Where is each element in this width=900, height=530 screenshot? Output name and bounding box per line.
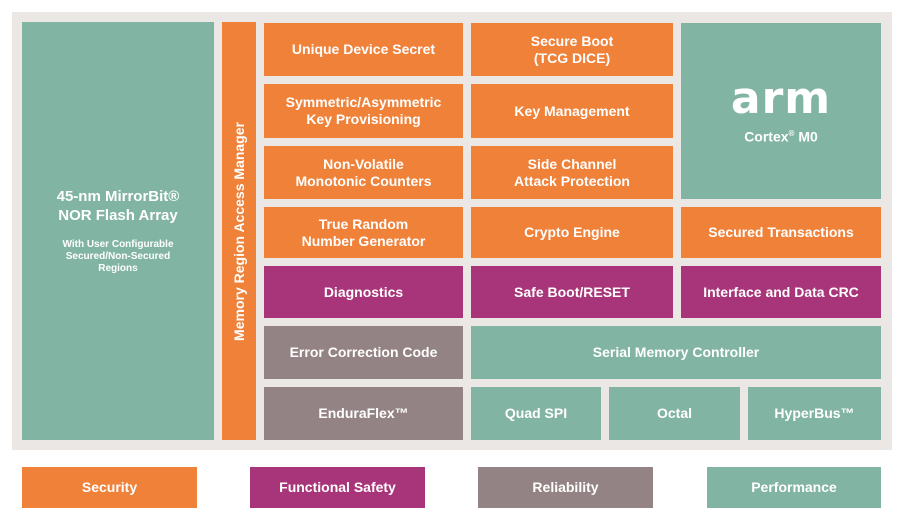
block-label: Secured Transactions — [708, 224, 854, 240]
flash-subtitle: With User Configurable Secured/Non-Secure… — [62, 239, 174, 274]
ecc-block: Error Correction Code — [264, 326, 463, 379]
block-label: True Random — [318, 215, 409, 232]
block-label: Octal — [656, 405, 692, 421]
block-label: Non-Volatile — [323, 155, 404, 172]
legend-reliability: Reliability — [478, 467, 653, 508]
block-label: Symmetric/Asymmetric — [285, 94, 442, 110]
block-label: Error Correction Code — [289, 344, 438, 360]
legend-security: Security — [22, 467, 197, 508]
octal-block: Octal — [609, 387, 740, 440]
flash-array-block: 45-nm MirrorBit® NOR Flash Array With Us… — [22, 22, 214, 440]
legend-functional-safety: Functional Safety — [250, 467, 425, 508]
block-label: Side Channel — [527, 155, 617, 172]
qspi-block: Quad SPI — [471, 387, 601, 440]
sym-block: Symmetric/Asymmetric Key Provisioning — [264, 84, 463, 138]
sca-block: Side Channel Attack Protection — [471, 146, 673, 199]
arm-cortex-m0-block: arm Cortex® M0 — [681, 23, 881, 199]
hyperbus-block: HyperBus™ — [748, 387, 881, 440]
trng-block: True Random Number Generator — [264, 207, 463, 258]
diag-block: Diagnostics — [264, 266, 463, 318]
block-label: HyperBus™ — [774, 405, 855, 421]
block-label: Interface and Data CRC — [703, 283, 859, 300]
legend-performance: Performance — [707, 467, 881, 508]
block-label: Attack Protection — [514, 172, 630, 189]
safeboot-block: Safe Boot/RESET — [471, 266, 673, 318]
block-label: Crypto Engine — [524, 224, 620, 240]
block-label: Secure Boot — [530, 32, 614, 49]
flash-title-2: NOR Flash Array — [58, 207, 178, 224]
block-label: (TCG DICE) — [533, 49, 611, 66]
mram-label: Memory Region Access Manager — [230, 121, 247, 341]
block-label: Serial Memory Controller — [592, 344, 760, 360]
block-label: Quad SPI — [504, 405, 568, 421]
keymgmt-block: Key Management — [471, 84, 673, 138]
block-label: Diagnostics — [323, 283, 404, 300]
block-label: Monotonic Counters — [295, 172, 432, 189]
flash-title-1: 45-nm MirrorBit® — [56, 188, 180, 205]
uds-block: Unique Device Secret — [264, 23, 463, 76]
nvmc-block: Non-Volatile Monotonic Counters — [264, 146, 463, 199]
arm-logo: arm — [730, 72, 832, 124]
cpu-name: Cortex® M0 — [744, 128, 818, 145]
block-label: Unique Device Secret — [291, 41, 436, 57]
block-label: Safe Boot/RESET — [514, 283, 630, 300]
crc-block: Interface and Data CRC — [681, 266, 881, 318]
endura-block: EnduraFlex™ — [264, 387, 463, 440]
smc-block: Serial Memory Controller — [471, 326, 881, 379]
block-label: EnduraFlex™ — [318, 405, 409, 421]
sectx-block: Secured Transactions — [681, 207, 881, 258]
crypto-block: Crypto Engine — [471, 207, 673, 258]
block-label: Number Generator — [301, 232, 426, 249]
memory-region-access-manager-block: Memory Region Access Manager — [222, 22, 256, 440]
block-label: Key Provisioning — [306, 111, 421, 127]
secure-boot-block: Secure Boot (TCG DICE) — [471, 23, 673, 76]
block-label: Key Management — [514, 102, 630, 119]
